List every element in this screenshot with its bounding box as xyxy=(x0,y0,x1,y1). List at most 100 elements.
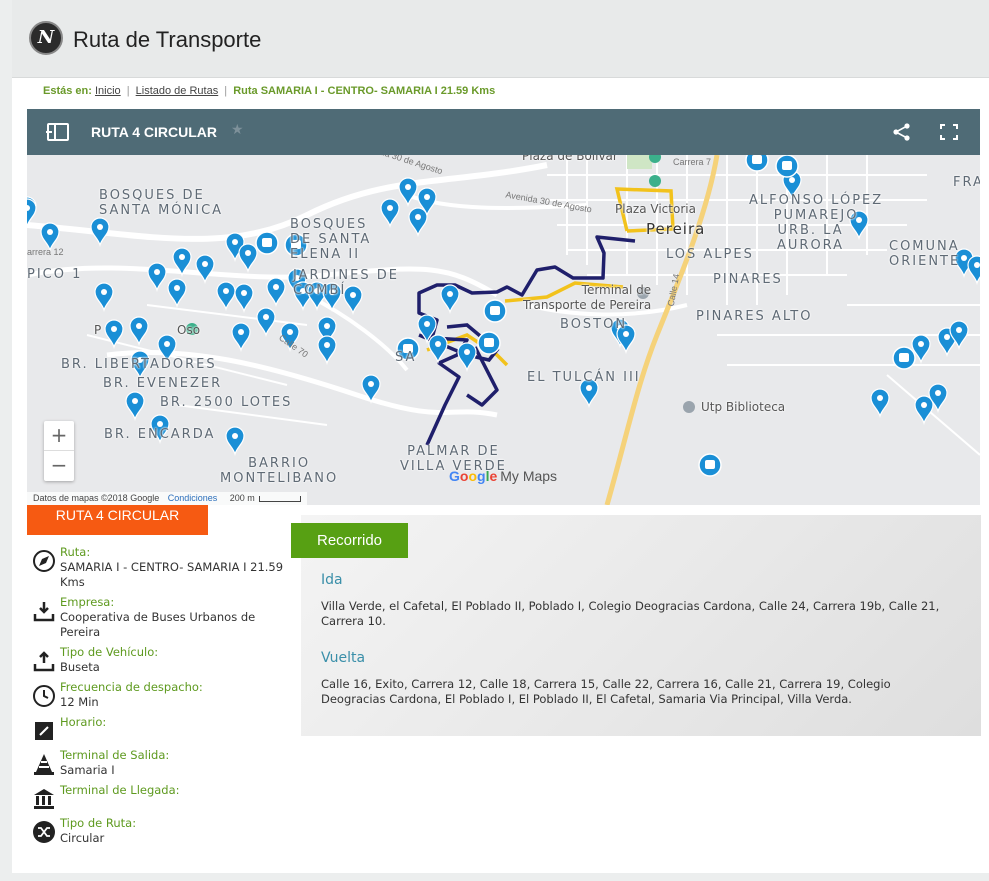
map-pin-dot xyxy=(132,398,138,404)
map-pin-dot xyxy=(202,261,208,267)
edit-icon xyxy=(35,722,53,740)
site-logo[interactable]: N xyxy=(29,21,63,55)
map-pin-dot xyxy=(97,224,103,230)
recorrido-tab[interactable]: Recorrido xyxy=(291,523,408,558)
map-label-libertadores: BR. LIBERTADORES xyxy=(61,357,217,372)
map-attribution-text: Datos de mapas ©2018 Google xyxy=(33,493,160,503)
breadcrumb-current: Ruta SAMARIA I - CENTRO- SAMARIA I 21.59… xyxy=(233,85,496,97)
star-icon[interactable]: ★ xyxy=(231,122,244,138)
map-pin-dot xyxy=(154,269,160,275)
fullscreen-icon[interactable] xyxy=(940,124,958,140)
map-pin-dot xyxy=(232,239,238,245)
map-label-sa: SA xyxy=(395,350,417,365)
map-pin-dot xyxy=(415,214,421,220)
map-pin-dot xyxy=(961,255,967,261)
map-terms-link[interactable]: Condiciones xyxy=(168,493,218,503)
bus-glyph xyxy=(262,238,272,247)
bus-glyph xyxy=(705,460,715,469)
upload-tray-icon xyxy=(33,651,55,672)
street-label-carrera12: arrera 12 xyxy=(27,247,64,257)
detail-key: Tipo de Vehículo: xyxy=(60,645,159,659)
map-label-urb-aurora: URB. LA AURORA xyxy=(777,223,845,253)
map-label-los-alpes: LOS ALPES xyxy=(666,247,754,262)
vuelta-text: Calle 16, Exito, Carrera 12, Calle 18, C… xyxy=(321,677,891,706)
map-attribution: Datos de mapas ©2018 Google Condiciones … xyxy=(27,492,308,505)
main-content: Estás en: Inicio | Listado de Rutas | Ru… xyxy=(12,78,989,873)
map-pin-dot xyxy=(238,329,244,335)
map-pin-dot xyxy=(877,395,883,401)
detail-row: Frecuencia de despacho: 12 Min xyxy=(30,680,290,710)
bus-glyph xyxy=(484,338,494,347)
breadcrumb-separator: | xyxy=(224,85,228,97)
map-pin-dot xyxy=(447,291,453,297)
bus-glyph xyxy=(490,306,500,315)
map-pin-dot xyxy=(435,341,441,347)
breadcrumb: Estás en: Inicio | Listado de Rutas | Ru… xyxy=(43,85,495,97)
cone-icon xyxy=(34,754,54,775)
map-label-evenezer: BR. EVENEZER xyxy=(103,376,223,391)
detail-value: SAMARIA I - CENTRO- SAMARIA I 21.59 Kms xyxy=(60,560,284,589)
map-pin-dot xyxy=(136,323,142,329)
map-pin-dot xyxy=(789,177,795,183)
map-pin-dot xyxy=(324,323,330,329)
detail-value: Samaria I xyxy=(60,763,115,777)
detail-key: Horario: xyxy=(60,715,107,729)
shuffle-icon xyxy=(33,821,55,843)
map-label-pinares: PINARES xyxy=(713,272,783,287)
detail-key: Terminal de Salida: xyxy=(60,748,170,762)
map-label-plaza-bolivar: Plaza de Bolívar xyxy=(522,155,618,163)
ida-title: Ida xyxy=(321,572,343,588)
zoom-control: + − xyxy=(44,421,74,481)
zoom-out-button[interactable]: − xyxy=(44,451,74,481)
detail-key: Tipo de Ruta: xyxy=(60,816,137,830)
breadcrumb-link-listado[interactable]: Listado de Rutas xyxy=(136,85,219,97)
street-label-carrera7: Carrera 7 xyxy=(673,157,712,167)
breadcrumb-separator: | xyxy=(126,85,130,97)
detail-row: Tipo de Ruta: Circular xyxy=(30,816,290,846)
map-label-alfonso-lopez: ALFONSO LÓPEZ PUMAREJO xyxy=(749,193,884,223)
vuelta-title: Vuelta xyxy=(321,650,366,666)
breadcrumb-link-inicio[interactable]: Inicio xyxy=(95,85,121,97)
legend-toggle-icon[interactable] xyxy=(46,123,69,141)
map-pin-dot xyxy=(324,342,330,348)
map-pin-dot xyxy=(368,381,374,387)
map-label-bosques-santa-elena: BOSQUES DE SANTA ELENA II xyxy=(290,217,372,262)
map-pin-dot xyxy=(944,334,950,340)
map-pin-dot xyxy=(101,289,107,295)
logo-letter: N xyxy=(37,27,55,48)
map-pin-dot xyxy=(921,402,927,408)
page-title: Ruta de Transporte xyxy=(73,27,262,52)
detail-value: 12 Min xyxy=(60,695,99,709)
breadcrumb-label: Estás en: xyxy=(43,85,92,97)
map-pin-dot xyxy=(918,341,924,347)
map-pin-dot xyxy=(935,390,941,396)
map-pin-dot xyxy=(179,254,185,260)
detail-value: Circular xyxy=(60,831,105,845)
page: N Ruta de Transporte Estás en: Inicio | … xyxy=(0,0,989,881)
detail-row: Tipo de Vehículo: Buseta xyxy=(30,645,290,675)
share-icon[interactable] xyxy=(892,123,912,141)
map-label-bosques-santa-monica: BOSQUES DE SANTA MÓNICA xyxy=(99,188,224,218)
map-label-encarda: BR. ENCARDA xyxy=(104,427,216,442)
map-label-pico: PICO 1 xyxy=(27,267,83,282)
detail-key: Frecuencia de despacho: xyxy=(60,680,203,694)
map-label-fra: FRA xyxy=(953,175,980,190)
ida-text: Villa Verde, el Cafetal, El Poblado II, … xyxy=(321,599,940,628)
map-label-pereira: Pereira xyxy=(646,220,706,238)
map-pin-dot xyxy=(232,433,238,439)
map-scale-label: 200 m xyxy=(229,493,255,503)
page-header: N Ruta de Transporte xyxy=(12,0,989,78)
map-label-boston: BOSTON xyxy=(560,317,628,332)
route-map[interactable]: BOSQUES DE SANTA MÓNICA BOSQUES DE SANTA… xyxy=(27,155,980,505)
zoom-in-button[interactable]: + xyxy=(44,421,74,451)
map-pin-dot xyxy=(956,327,962,333)
map-pin-dot xyxy=(586,385,592,391)
detail-key: Ruta: xyxy=(60,545,91,559)
map-title: RUTA 4 CIRCULAR xyxy=(91,124,217,140)
map-pin-dot xyxy=(263,314,269,320)
map-header-bar: RUTA 4 CIRCULAR ★ xyxy=(27,109,980,155)
map-pin-dot xyxy=(974,262,980,268)
detail-value: Cooperativa de Buses Urbanos de Pereira xyxy=(60,610,256,639)
map-label-pinares-alto: PINARES ALTO xyxy=(696,309,813,324)
map-pin-dot xyxy=(424,321,430,327)
